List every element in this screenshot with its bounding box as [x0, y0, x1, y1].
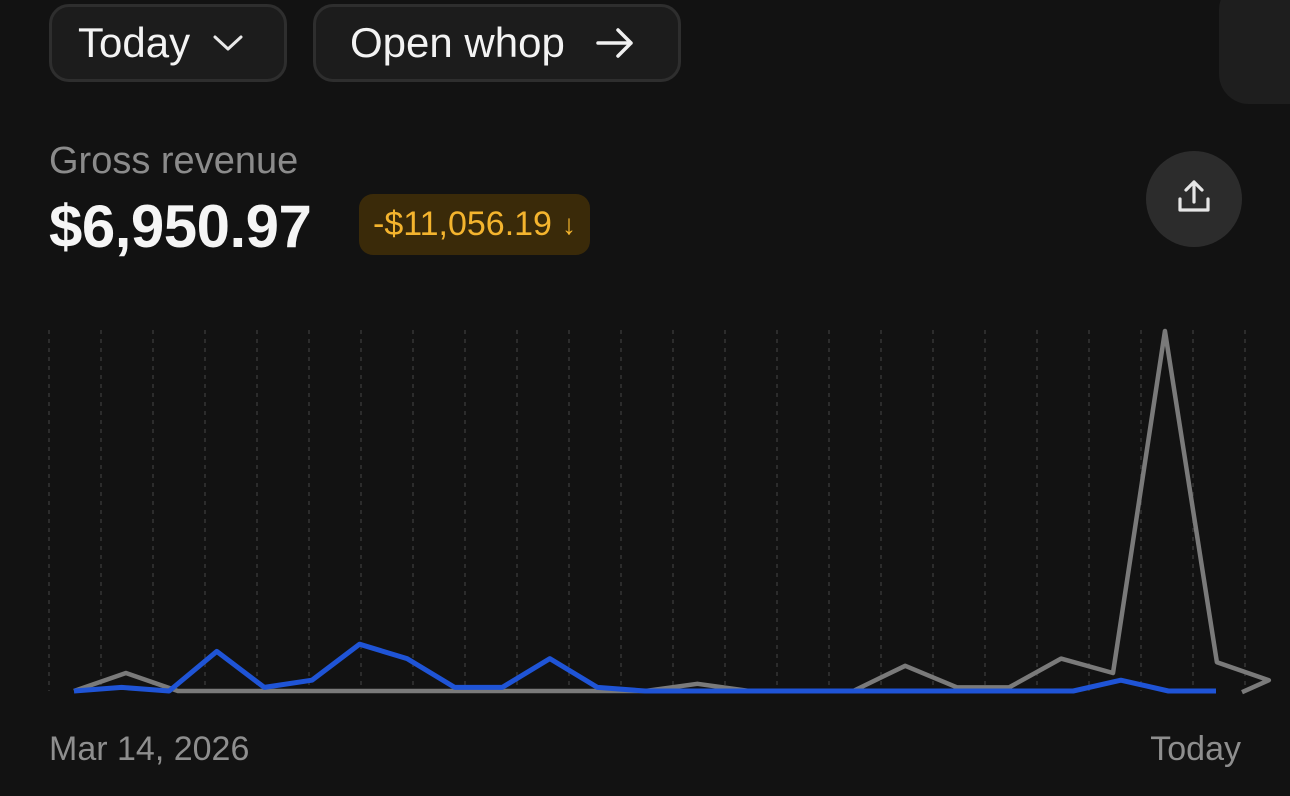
- date-range-dropdown[interactable]: Today: [49, 4, 287, 82]
- metric-label: Gross revenue: [49, 140, 299, 182]
- date-range-label: Today: [78, 19, 191, 66]
- x-axis-end-label: Today: [1150, 730, 1241, 768]
- share-icon: [1174, 177, 1214, 222]
- delta-arrow: ↓: [561, 208, 576, 240]
- side-panel-card: [1219, 0, 1290, 104]
- delta-badge: -$11,056.19 ↓: [359, 194, 590, 255]
- arrow-right-icon: [595, 27, 635, 59]
- chart-grid: [48, 330, 1246, 691]
- open-whop-label: Open whop: [350, 19, 565, 66]
- revenue-chart: [48, 328, 1272, 695]
- chevron-down-icon: [212, 33, 244, 53]
- delta-value: -$11,056.19: [373, 205, 552, 243]
- x-axis-start-label: Mar 14, 2026: [49, 730, 250, 768]
- open-whop-button[interactable]: Open whop: [313, 4, 681, 82]
- metric-value: $6,950.97: [49, 193, 312, 260]
- share-button[interactable]: [1146, 151, 1242, 247]
